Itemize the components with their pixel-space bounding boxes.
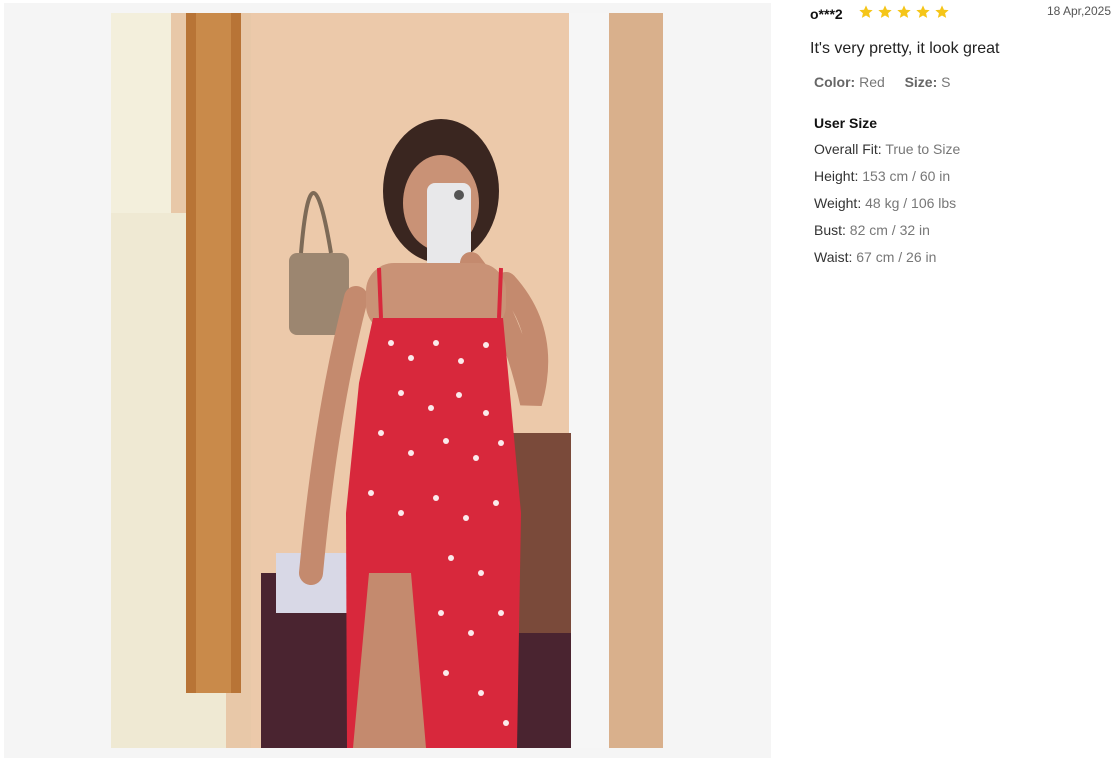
review-text: It's very pretty, it look great <box>810 40 1000 57</box>
size-value: S <box>941 74 951 90</box>
star-icon <box>935 5 949 18</box>
review-date: 18 Apr,2025 <box>1046 4 1111 18</box>
rating-stars <box>858 4 950 20</box>
review-photo[interactable] <box>111 13 663 748</box>
star-icon <box>897 5 911 18</box>
size-label: Size: <box>904 74 938 90</box>
star-icon <box>916 5 930 18</box>
size-row-value: 67 cm / 26 in <box>856 249 937 265</box>
review-photo-panel <box>4 3 771 758</box>
size-row-waist: Waist: 67 cm / 26 in <box>814 249 936 265</box>
size-row-value: 153 cm / 60 in <box>862 168 951 184</box>
size-row-label: Overall Fit: <box>814 141 882 157</box>
color-value: Red <box>859 74 885 90</box>
reviewer-name: o***2 <box>810 6 843 22</box>
size-row-label: Bust: <box>814 222 846 238</box>
size-row-height: Height: 153 cm / 60 in <box>814 168 950 184</box>
size-row-value: 48 kg / 106 lbs <box>865 195 957 211</box>
size-row-fit: Overall Fit: True to Size <box>814 141 960 157</box>
star-icon <box>878 5 892 18</box>
mirror-selfie-illustration <box>111 13 663 748</box>
color-label: Color: <box>814 74 856 90</box>
size-row-weight: Weight: 48 kg / 106 lbs <box>814 195 956 211</box>
size-row-value: True to Size <box>885 141 961 157</box>
star-icon <box>859 5 873 18</box>
size-row-value: 82 cm / 32 in <box>849 222 930 238</box>
size-row-label: Weight: <box>814 195 862 211</box>
size-row-label: Height: <box>814 168 859 184</box>
size-row-bust: Bust: 82 cm / 32 in <box>814 222 930 238</box>
user-size-title: User Size <box>814 115 878 131</box>
size-row-label: Waist: <box>814 249 853 265</box>
purchase-attributes: Color: Red Size: S <box>814 74 951 90</box>
